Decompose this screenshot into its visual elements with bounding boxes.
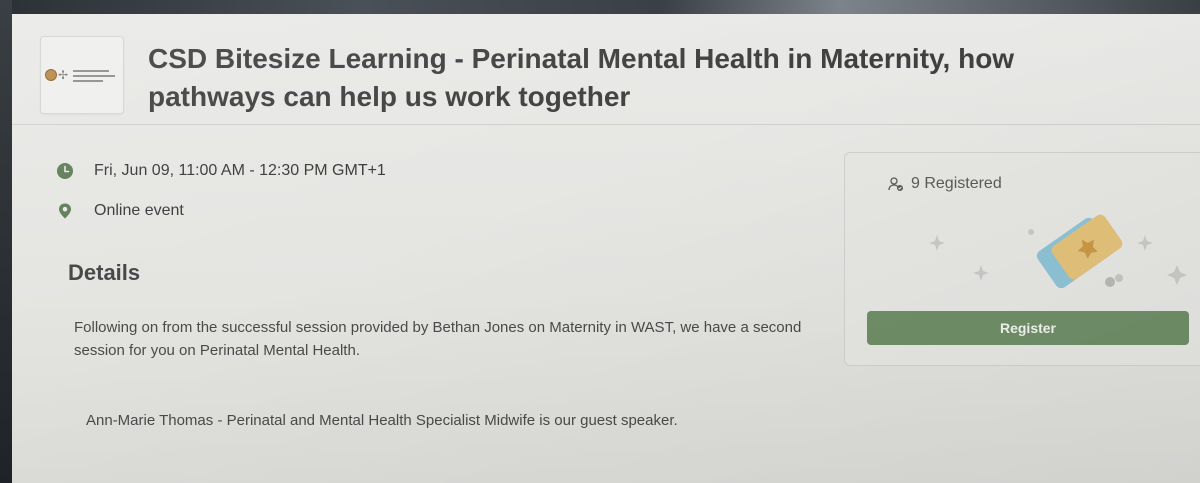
event-datetime-row: Fri, Jun 09, 11:00 AM - 12:30 PM GMT+1 bbox=[56, 162, 386, 180]
registration-card: 9 Registered Register bbox=[844, 152, 1200, 366]
cross-icon: ✢ bbox=[58, 68, 69, 82]
register-button[interactable]: Register bbox=[867, 311, 1189, 345]
registered-count: 9 Registered bbox=[887, 175, 1002, 193]
organizer-logo: ✢ bbox=[40, 36, 124, 114]
event-header: ✢ CSD Bitesize Learning - Perinatal Ment… bbox=[12, 14, 1200, 125]
event-location-row: Online event bbox=[56, 202, 184, 220]
monitor-bezel-left bbox=[0, 0, 12, 483]
event-title: CSD Bitesize Learning - Perinatal Mental… bbox=[148, 43, 1015, 112]
event-description: Following on from the successful session… bbox=[74, 319, 802, 359]
location-pin-icon bbox=[59, 203, 71, 219]
registered-text: 9 Registered bbox=[911, 175, 1002, 192]
event-datetime: Fri, Jun 09, 11:00 AM - 12:30 PM GMT+1 bbox=[94, 162, 386, 179]
ticket-illustration bbox=[929, 214, 1187, 289]
event-page: ✢ CSD Bitesize Learning - Perinatal Ment… bbox=[12, 14, 1200, 483]
logo-text-lines bbox=[73, 70, 115, 85]
people-icon bbox=[888, 177, 903, 191]
event-location: Online event bbox=[94, 202, 184, 219]
speaker-note: Ann-Marie Thomas - Perinatal and Mental … bbox=[86, 412, 678, 429]
crest-icon bbox=[45, 69, 57, 81]
clock-icon bbox=[57, 163, 73, 179]
details-heading: Details bbox=[68, 260, 141, 285]
